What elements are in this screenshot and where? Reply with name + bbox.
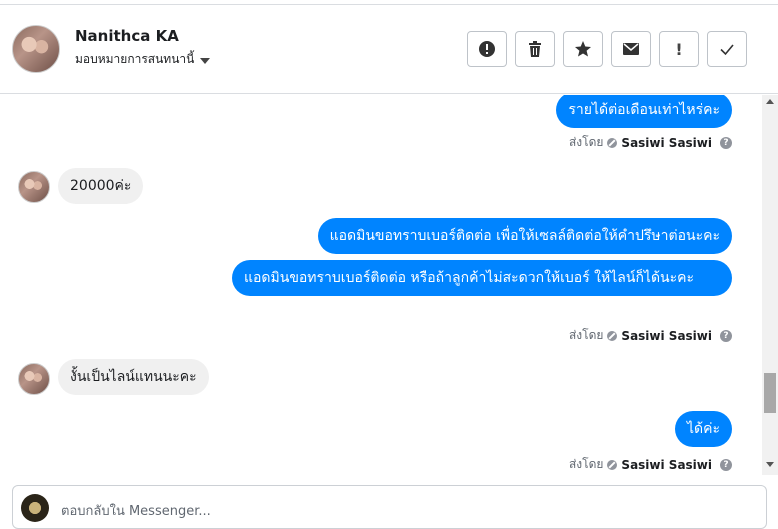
sent-by-prefix: ส่งโดย: [568, 135, 604, 149]
reply-input[interactable]: ตอบกลับใน Messenger...: [61, 500, 211, 521]
outgoing-message: รายได้ต่อเดือนเท่าไหร่คะ: [556, 95, 732, 128]
sent-by-prefix: ส่งโดย: [568, 328, 604, 342]
help-icon[interactable]: ?: [720, 136, 732, 149]
sent-by-label: ส่งโดย Sasiwi Sasiwi ?: [569, 326, 732, 345]
sender-name: Sasiwi Sasiwi: [621, 135, 712, 150]
page-avatar: [21, 494, 49, 522]
outgoing-message: ได้ค่ะ: [674, 411, 732, 447]
exclamation-icon: !: [675, 39, 683, 59]
envelope-icon: [623, 43, 639, 55]
help-icon[interactable]: ?: [720, 329, 732, 342]
contact-avatar[interactable]: [12, 25, 60, 73]
scrollbar-thumb[interactable]: [764, 373, 776, 413]
outgoing-message: แอดมินขอทราบเบอร์ติดต่อ เพื่อให้เซลล์ติด…: [317, 218, 732, 254]
contact-name[interactable]: Nanithca KA: [75, 27, 179, 45]
sent-by-prefix: ส่งโดย: [568, 457, 604, 471]
check-icon: [720, 44, 734, 56]
mark-unread-button[interactable]: [611, 31, 651, 67]
assign-label: มอบหมายการสนทนานี้: [75, 52, 195, 66]
scroll-up-arrow-icon[interactable]: [766, 99, 774, 104]
done-button[interactable]: [707, 31, 747, 67]
alert-circle-icon: [479, 41, 495, 57]
sender-name: Sasiwi Sasiwi: [621, 457, 712, 472]
conversation-header: Nanithca KA มอบหมายการสนทนานี้ !: [0, 5, 778, 94]
follow-up-button[interactable]: !: [659, 31, 699, 67]
star-button[interactable]: [563, 31, 603, 67]
star-icon: [575, 41, 591, 57]
reply-composer[interactable]: ตอบกลับใน Messenger...: [12, 485, 767, 529]
no-entry-icon: [607, 330, 618, 341]
incoming-message: งั้นเป็นไลน์แทนนะคะ: [58, 359, 209, 395]
sent-by-label: ส่งโดย Sasiwi Sasiwi ?: [569, 455, 732, 474]
incoming-message: 20000ค่ะ: [58, 168, 144, 204]
spam-button[interactable]: [467, 31, 507, 67]
sender-name: Sasiwi Sasiwi: [621, 328, 712, 343]
help-icon[interactable]: ?: [720, 458, 732, 471]
sent-by-label: ส่งโดย Sasiwi Sasiwi ?: [569, 133, 732, 152]
contact-avatar-small: [18, 171, 50, 203]
trash-icon: [529, 41, 541, 57]
assign-conversation-dropdown[interactable]: มอบหมายการสนทนานี้: [75, 50, 211, 69]
no-entry-icon: [607, 459, 618, 470]
outgoing-message: แอดมินขอทราบเบอร์ติดต่อ หรือถ้าลูกค้าไม่…: [232, 260, 732, 296]
action-toolbar: !: [467, 31, 747, 67]
no-entry-icon: [607, 137, 618, 148]
contact-avatar-small: [18, 363, 50, 395]
caret-down-icon: [200, 57, 211, 64]
message-thread[interactable]: รายได้ต่อเดือนเท่าไหร่คะ ส่งโดย Sasiwi S…: [0, 95, 762, 475]
delete-button[interactable]: [515, 31, 555, 67]
thread-scrollbar[interactable]: [762, 95, 778, 475]
scroll-down-arrow-icon[interactable]: [766, 462, 774, 467]
